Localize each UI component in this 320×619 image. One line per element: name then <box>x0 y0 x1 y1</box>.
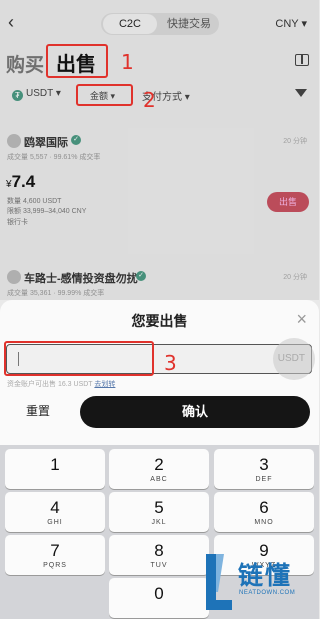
confirm-button[interactable]: 确认 <box>80 396 310 428</box>
key-7[interactable]: 7 PQRS <box>5 535 105 575</box>
key-digit: 7 <box>50 541 60 560</box>
annotation-number: 1 <box>121 50 134 74</box>
key-digit: 8 <box>154 541 164 560</box>
key-digit: 5 <box>154 498 164 517</box>
sheet-title: 您要出售 <box>131 313 188 329</box>
annotation-box-sell <box>46 44 108 78</box>
watermark-subtitle: NEATDOWN.COM <box>239 590 296 596</box>
available-balance: 资金账户可出售 16.3 USDT 去划转 <box>7 379 115 389</box>
key-letters: JKL <box>151 519 167 526</box>
key-digit: 3 <box>259 455 269 474</box>
close-icon[interactable]: × <box>296 309 307 330</box>
key-2[interactable]: 2 ABC <box>109 449 209 489</box>
key-letters: DEF <box>255 476 273 483</box>
key-5[interactable]: 5 JKL <box>109 492 209 532</box>
key-4[interactable]: 4 GHI <box>5 492 105 532</box>
reset-button[interactable]: 重置 <box>12 396 64 426</box>
key-letters: TUV <box>150 562 168 569</box>
key-digit: 4 <box>50 498 60 517</box>
transfer-link[interactable]: 去划转 <box>94 381 115 388</box>
key-1[interactable]: 1 <box>5 449 105 489</box>
unit-label: USDT <box>277 353 305 364</box>
key-letters: GHI <box>47 519 63 526</box>
annotation-number: 2 <box>143 88 156 112</box>
key-letters: PQRS <box>43 562 67 569</box>
key-6[interactable]: 6 MNO <box>214 492 314 532</box>
key-letters: ABC <box>150 476 168 483</box>
key-letters: MNO <box>254 519 274 526</box>
watermark-logo-icon <box>206 554 232 610</box>
key-8[interactable]: 8 TUV <box>109 535 209 575</box>
annotation-box-input <box>4 341 154 376</box>
key-digit: 6 <box>259 498 269 517</box>
watermark: 链懂 NEATDOWN.COM <box>204 548 316 614</box>
annotation-box-amount <box>76 84 133 106</box>
key-digit: 1 <box>50 455 60 474</box>
key-digit: 0 <box>154 584 164 603</box>
annotation-number: 3 <box>164 351 177 375</box>
key-3[interactable]: 3 DEF <box>214 449 314 489</box>
key-digit: 2 <box>154 455 164 474</box>
available-balance-text: 资金账户可出售 16.3 USDT <box>7 381 93 388</box>
watermark-title: 链懂 <box>238 561 293 590</box>
key-0[interactable]: 0 <box>109 578 209 618</box>
